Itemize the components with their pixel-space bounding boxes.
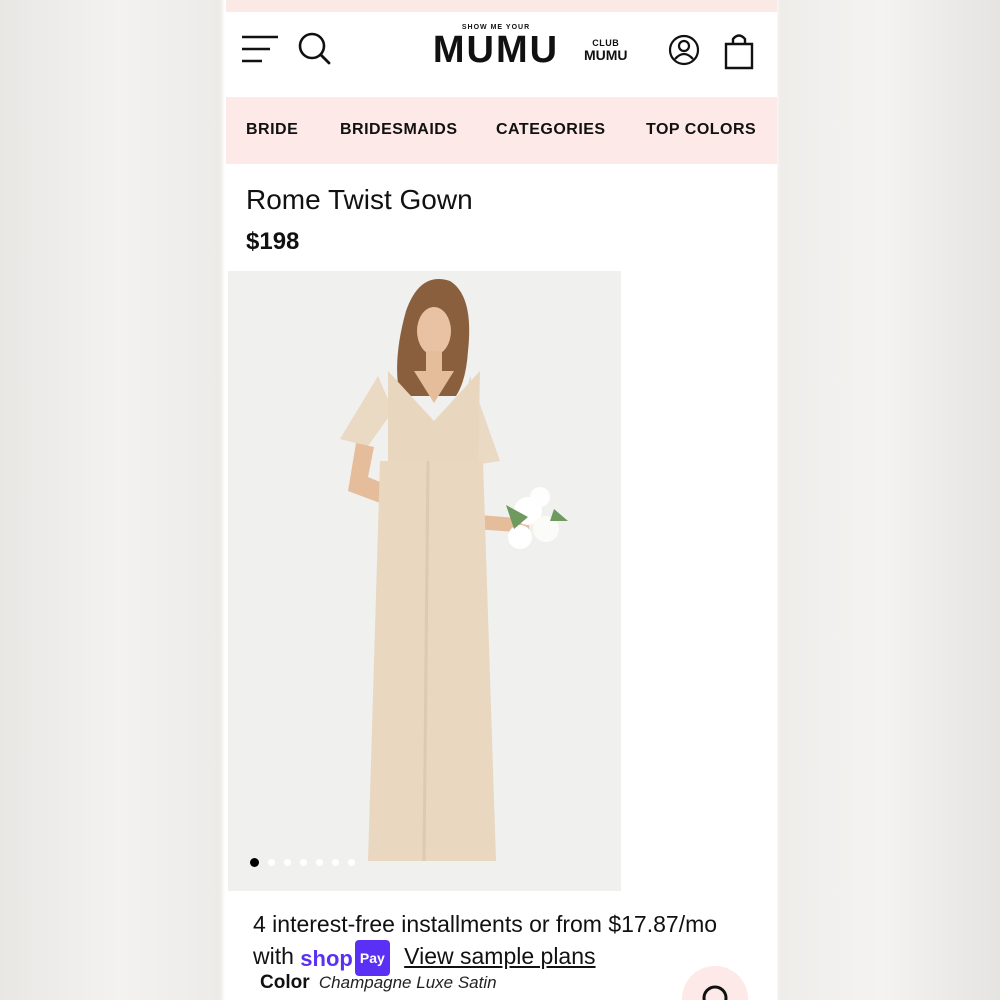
carousel-dot[interactable] <box>300 859 307 866</box>
product-image-carousel[interactable] <box>228 271 621 891</box>
view-sample-plans-link[interactable]: View sample plans <box>404 943 595 969</box>
top-strip <box>226 0 777 12</box>
account-icon[interactable] <box>668 34 700 66</box>
installments-line-2: with shop Pay View sample plans <box>253 940 717 976</box>
product-photo <box>228 271 621 891</box>
carousel-dot[interactable] <box>284 859 291 866</box>
menu-icon[interactable] <box>240 34 280 64</box>
shop-pay-word: shop <box>300 946 353 971</box>
site-header: SHOW ME YOUR MUMU CLUB MUMU <box>226 12 777 97</box>
brand-logo[interactable]: SHOW ME YOUR MUMU <box>426 24 566 69</box>
shop-pay-logo: shop Pay <box>300 940 390 976</box>
color-label: Color <box>260 972 310 993</box>
carousel-dot[interactable] <box>316 859 323 866</box>
with-text: with <box>253 943 294 969</box>
search-icon[interactable] <box>296 30 332 66</box>
color-selector: Color Champagne Luxe Satin <box>260 972 497 994</box>
shopping-bag-icon[interactable] <box>723 32 755 70</box>
carousel-dot[interactable] <box>250 858 259 867</box>
phone-screen: SHOW ME YOUR MUMU CLUB MUMU BRIDE BRIDES… <box>226 0 777 1000</box>
nav-item-bride[interactable]: BRIDE <box>246 121 298 139</box>
product-title: Rome Twist Gown <box>246 184 473 215</box>
club-mumu-link[interactable]: CLUB MUMU <box>584 38 628 62</box>
carousel-dot[interactable] <box>332 859 339 866</box>
club-name: MUMU <box>584 47 628 63</box>
carousel-dot[interactable] <box>348 859 355 866</box>
product-price: $198 <box>246 228 300 255</box>
color-value: Champagne Luxe Satin <box>318 973 497 992</box>
shop-pay-badge: Pay <box>354 940 390 976</box>
nav-item-categories[interactable]: CATEGORIES <box>496 121 606 139</box>
nav-item-bridesmaids[interactable]: BRIDESMAIDS <box>340 121 458 139</box>
category-nav: BRIDE BRIDESMAIDS CATEGORIES TOP COLORS <box>226 97 777 164</box>
chat-button[interactable] <box>682 966 748 1000</box>
installments-line: 4 interest-free installments or from $17… <box>253 911 718 937</box>
nav-item-top-colors[interactable]: TOP COLORS <box>646 121 756 139</box>
brand-name: MUMU <box>432 29 560 71</box>
installments-info: 4 interest-free installments or from $17… <box>253 908 717 976</box>
carousel-dots <box>250 853 364 871</box>
carousel-dot[interactable] <box>268 859 275 866</box>
chat-icon <box>702 985 728 1000</box>
